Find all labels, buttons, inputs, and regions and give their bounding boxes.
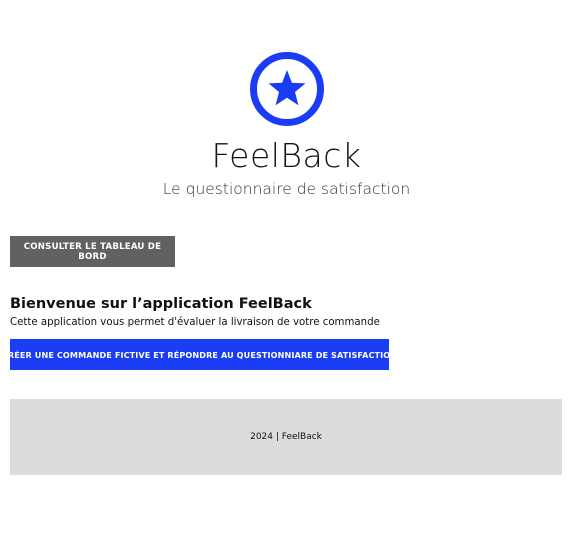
footer: 2024 | FeelBack: [10, 399, 562, 475]
logo-svg: [250, 52, 324, 126]
star-circle-icon: [249, 51, 325, 127]
brand-name: FeelBack: [211, 136, 362, 175]
page: FeelBack Le questionnaire de satisfactio…: [0, 0, 573, 536]
footer-text: 2024 | FeelBack: [250, 432, 322, 442]
create-order-button[interactable]: CRÉER UNE COMMANDE FICTIVE ET RÉPONDRE A…: [2, 339, 397, 370]
welcome-title: Bienvenue sur l’application FeelBack: [10, 296, 312, 312]
dashboard-button[interactable]: CONSULTER LE TABLEAU DE BORD: [10, 236, 175, 267]
welcome-description: Cette application vous permet d'évaluer …: [10, 317, 380, 328]
brand-tagline: Le questionnaire de satisfaction: [162, 180, 411, 198]
